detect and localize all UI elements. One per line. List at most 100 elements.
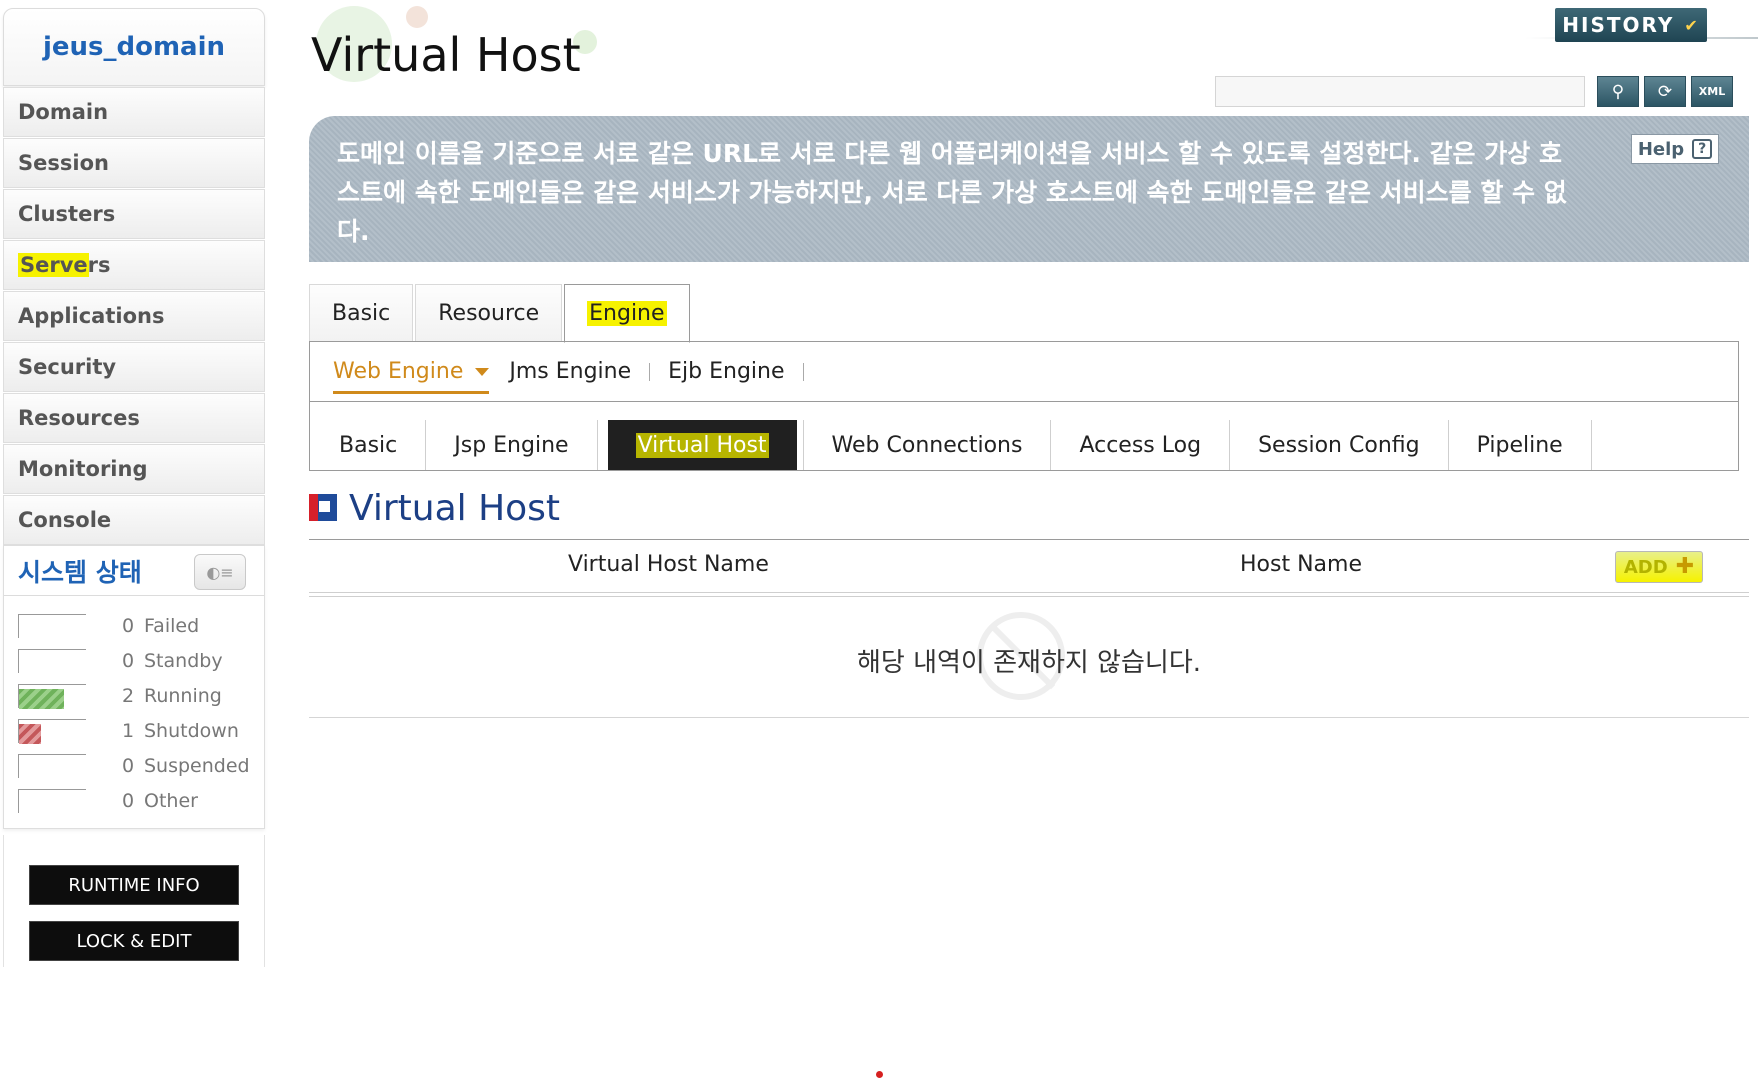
tab-resource[interactable]: Resource: [415, 284, 563, 342]
description-box: 도메인 이름을 기준으로 서로 같은 URL로 서로 다른 웹 어플리케이션을 …: [309, 116, 1749, 262]
tab-label: Engine: [587, 301, 667, 326]
status-count: 0: [122, 649, 135, 672]
active-underline: [333, 391, 490, 394]
action-panel: RUNTIME INFO LOCK & EDIT: [3, 835, 265, 967]
tab-label: Session Config: [1258, 432, 1420, 458]
help-button[interactable]: Help ?: [1631, 134, 1719, 164]
tab-separator: [649, 362, 651, 381]
status-bar: [18, 754, 86, 778]
tab-label: Pipeline: [1476, 432, 1563, 458]
status-bar: [18, 719, 86, 744]
tab-access-log[interactable]: Access Log: [1051, 420, 1231, 470]
status-label: Suspended: [144, 754, 250, 777]
question-icon: ?: [1692, 139, 1713, 159]
status-bar: [18, 649, 86, 673]
sidebar-item-label: Monitoring: [18, 457, 148, 481]
sidebar-item-label: Security: [18, 355, 117, 379]
refresh-icon[interactable]: ⟳: [1644, 76, 1686, 107]
history-label: HISTORY: [1562, 13, 1675, 37]
tab-label: Ejb Engine: [668, 359, 785, 384]
empty-message: 해당 내역이 존재하지 않습니다.: [856, 648, 1202, 678]
status-bar: [18, 684, 86, 709]
chevron-down-icon: ✔: [1684, 15, 1700, 35]
tab-jms-engine[interactable]: Jms Engine: [509, 359, 631, 384]
sidebar-item-resources[interactable]: Resources: [3, 393, 265, 443]
tab-label: Basic: [332, 301, 391, 326]
xml-icon[interactable]: XML: [1691, 76, 1733, 107]
status-row-failed: 0 Failed: [4, 608, 264, 643]
sidebar-item-label: Session: [18, 151, 109, 175]
sidebar-item-monitoring[interactable]: Monitoring: [3, 444, 265, 494]
status-label: Shutdown: [144, 719, 239, 742]
tab-ejb-engine[interactable]: Ejb Engine: [668, 359, 784, 384]
tab-label: Jsp Engine: [454, 432, 569, 458]
lock-edit-button[interactable]: LOCK & EDIT: [29, 921, 239, 961]
sidebar-item-label: Resources: [18, 406, 140, 430]
status-row-suspended: 0 Suspended: [4, 748, 264, 783]
column-header-host-name: Host Name: [1240, 552, 1362, 577]
sidebar: jeus_domain Domain Session Clusters Serv…: [3, 8, 265, 967]
engine-tabs: Web Engine Jms Engine Ejb Engine: [309, 341, 1739, 402]
tab-label: Jms Engine: [509, 359, 632, 384]
status-bar: [18, 614, 86, 638]
cursor-dot: [876, 1071, 883, 1078]
plus-icon: ✚: [1675, 554, 1695, 579]
tab-jsp-engine[interactable]: Jsp Engine: [426, 420, 598, 470]
tab-label: Resource: [438, 301, 540, 326]
description-text: 도메인 이름을 기준으로 서로 같은 URL로 서로 다른 웹 어플리케이션을 …: [337, 139, 1567, 246]
help-label: Help: [1637, 138, 1685, 160]
add-button[interactable]: ADD ✚: [1615, 551, 1703, 583]
sidebar-item-console[interactable]: Console: [3, 495, 265, 545]
system-status-header: 시스템 상태 ◐≡: [4, 546, 264, 596]
sidebar-item-domain[interactable]: Domain: [3, 87, 265, 137]
sidebar-item-label: Clusters: [18, 202, 116, 226]
page-title: Virtual Host: [311, 28, 581, 82]
tab-pipeline[interactable]: Pipeline: [1449, 420, 1592, 470]
section-flag-icon: [309, 494, 337, 521]
tab-separator: [802, 362, 804, 381]
status-label: Failed: [144, 614, 200, 637]
search-input[interactable]: [1215, 76, 1585, 107]
sidebar-item-clusters[interactable]: Clusters: [3, 189, 265, 239]
tab-engine[interactable]: Engine: [564, 284, 690, 343]
tab-virtual-host[interactable]: Virtual Host: [607, 420, 797, 470]
sidebar-item-applications[interactable]: Applications: [3, 291, 265, 341]
status-toggle-icon[interactable]: ◐≡: [194, 554, 246, 590]
sidebar-item-label: Console: [18, 508, 112, 532]
system-status-title: 시스템 상태: [18, 557, 142, 587]
sidebar-item-label: Applications: [18, 304, 165, 328]
tab-web-engine[interactable]: Web Engine: [333, 359, 490, 394]
tab-label: Web Connections: [831, 432, 1023, 458]
decorative-circle: [406, 6, 428, 28]
status-count: 0: [122, 754, 135, 777]
runtime-info-button[interactable]: RUNTIME INFO: [29, 865, 239, 905]
search-icon[interactable]: ⚲: [1597, 76, 1639, 107]
status-row-shutdown: 1 Shutdown: [4, 713, 264, 748]
tab-basic[interactable]: Basic: [309, 284, 414, 342]
tab-label: Access Log: [1079, 432, 1202, 458]
caret-down-icon: [475, 367, 490, 376]
tab-session-config[interactable]: Session Config: [1230, 420, 1449, 470]
tab-web-connections[interactable]: Web Connections: [802, 420, 1052, 470]
sidebar-item-label: Servers: [18, 253, 113, 277]
sidebar-item-session[interactable]: Session: [3, 138, 265, 188]
tab-label: Basic: [339, 432, 398, 458]
status-label: Standby: [144, 649, 223, 672]
empty-state: 해당 내역이 존재하지 않습니다.: [309, 598, 1749, 718]
domain-header[interactable]: jeus_domain: [3, 8, 265, 86]
history-button[interactable]: HISTORY ✔: [1555, 8, 1707, 42]
table-header: Virtual Host Name Host Name: [309, 539, 1749, 593]
web-engine-tabs: Basic Jsp Engine Virtual Host Web Connec…: [309, 401, 1739, 471]
status-label: Other: [144, 789, 198, 812]
domain-name[interactable]: jeus_domain: [43, 32, 225, 62]
tab-label: Virtual Host: [635, 432, 769, 458]
tab-web-basic[interactable]: Basic: [310, 420, 427, 470]
status-count: 0: [122, 789, 135, 812]
status-row-running: 2 Running: [4, 678, 264, 713]
status-row-other: 0 Other: [4, 783, 264, 818]
sidebar-item-servers[interactable]: Servers: [3, 240, 265, 290]
status-bar: [18, 789, 86, 813]
column-header-virtual-host-name: Virtual Host Name: [568, 552, 769, 577]
sidebar-item-security[interactable]: Security: [3, 342, 265, 392]
status-row-standby: 0 Standby: [4, 643, 264, 678]
